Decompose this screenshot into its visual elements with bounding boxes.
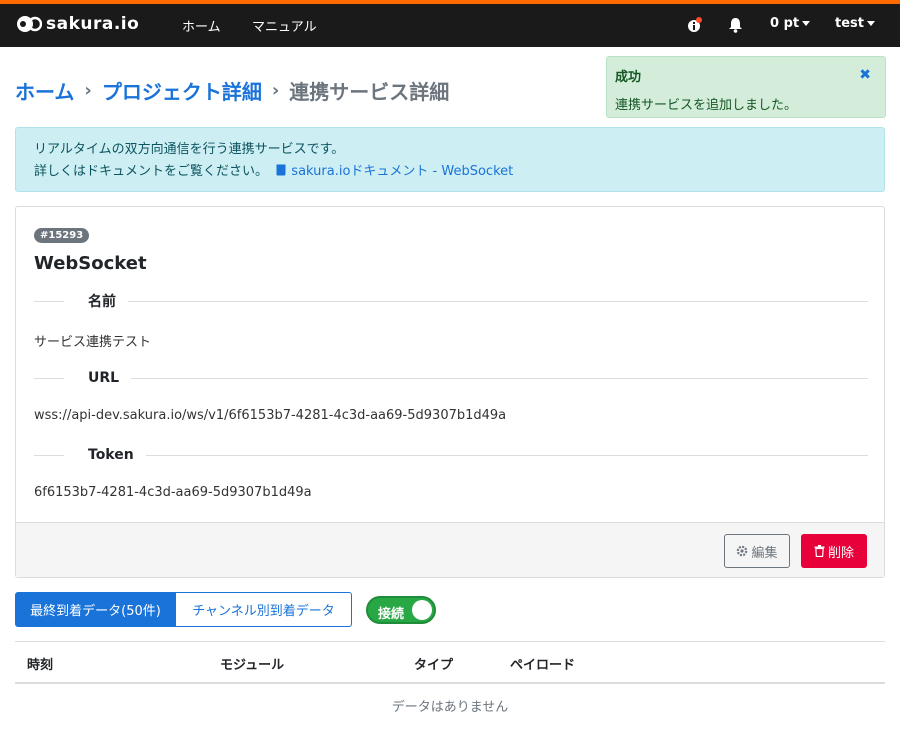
delete-button-label: 削除 [827, 545, 854, 561]
toast-message: 連携サービスを追加しました。 [615, 98, 798, 113]
book-icon [276, 164, 286, 176]
user-label: test [835, 16, 864, 31]
divider [145, 454, 868, 456]
info-line-1: リアルタイムの双方向通信を行う連携サービスです。 [34, 142, 345, 157]
card-footer: 編集 削除 [16, 522, 884, 577]
toggle-label: 接続 [378, 607, 405, 622]
logo[interactable]: sakura.io [16, 14, 139, 34]
info-text: 詳しくはドキュメントをご覧ください。 [34, 164, 269, 179]
url-section-header: URL [34, 368, 868, 388]
breadcrumb-current: 連携サービス詳細 [289, 80, 450, 104]
service-url-value: wss://api-dev.sakura.io/ws/v1/6f6153b7-4… [34, 408, 507, 423]
user-dropdown[interactable]: test [835, 16, 875, 31]
navbar: sakura.io ホーム マニュアル 0 pt test [0, 4, 900, 47]
close-icon[interactable]: ✖ [859, 67, 871, 83]
nav-home-link[interactable]: ホーム [182, 16, 221, 35]
logo-text: sakura.io [46, 14, 140, 34]
toast-title: 成功 [615, 70, 642, 85]
bell-icon[interactable] [728, 17, 743, 37]
trash-icon [814, 545, 825, 557]
chevron-right-icon: › [271, 80, 280, 101]
column-module: モジュール [220, 658, 285, 673]
service-id-badge: #15293 [34, 228, 90, 243]
doc-link-label: sakura.ioドキュメント - WebSocket [291, 164, 514, 179]
points-dropdown[interactable]: 0 pt [770, 16, 811, 31]
points-label: 0 pt [770, 16, 800, 31]
toggle-knob [412, 600, 432, 620]
info-icon[interactable] [686, 17, 702, 37]
divider [34, 300, 64, 302]
service-token-value: 6f6153b7-4281-4c3d-aa69-5d9307b1d49a [34, 485, 312, 500]
token-label: Token [88, 447, 134, 463]
service-card: #15293 WebSocket 名前 サービス連携テスト URL wss://… [15, 206, 885, 578]
token-section-header: Token [34, 445, 868, 465]
data-tabs: 最終到着データ(50件) チャンネル別到着データ [15, 592, 352, 627]
divider [131, 377, 868, 379]
tab-channel-data[interactable]: チャンネル別到着データ [176, 592, 352, 627]
info-alert: リアルタイムの双方向通信を行う連携サービスです。 詳しくはドキュメントをご覧くだ… [15, 127, 885, 192]
name-label: 名前 [88, 294, 116, 310]
delete-button[interactable]: 削除 [801, 534, 867, 568]
empty-table-message: データはありません [391, 700, 509, 715]
gear-icon [737, 545, 748, 557]
name-section-header: 名前 [34, 291, 868, 311]
breadcrumb-home[interactable]: ホーム [15, 76, 74, 105]
success-toast: 成功 連携サービスを追加しました。 ✖ [606, 56, 886, 118]
data-table: 時刻 モジュール タイプ ペイロード データはありません [15, 641, 885, 715]
nav-manual-link[interactable]: マニュアル [252, 16, 317, 35]
breadcrumb-project[interactable]: プロジェクト詳細 [102, 76, 262, 105]
column-time: 時刻 [27, 658, 54, 673]
url-label: URL [88, 370, 120, 386]
breadcrumb: ホーム › プロジェクト詳細 › 連携サービス詳細 [15, 76, 449, 105]
column-payload: ペイロード [510, 658, 576, 673]
sakura-logo-icon [17, 16, 42, 32]
connection-toggle[interactable]: 接続 [366, 596, 436, 624]
divider [128, 300, 868, 302]
chevron-down-icon [866, 21, 875, 26]
divider [34, 377, 64, 379]
table-header: 時刻 モジュール タイプ ペイロード [15, 641, 885, 684]
service-name-value: サービス連携テスト [34, 335, 152, 350]
doc-link[interactable]: sakura.ioドキュメント - WebSocket [272, 164, 513, 179]
tab-latest-data[interactable]: 最終到着データ(50件) [15, 592, 176, 627]
divider [34, 454, 64, 456]
edit-button[interactable]: 編集 [724, 534, 790, 568]
chevron-right-icon: › [84, 80, 92, 101]
column-type: タイプ [414, 658, 454, 673]
edit-button-label: 編集 [751, 545, 778, 561]
service-type-title: WebSocket [34, 253, 147, 274]
chevron-down-icon [802, 21, 811, 26]
info-line-2: 詳しくはドキュメントをご覧ください。 sakura.ioドキュメント - Web… [34, 161, 866, 183]
